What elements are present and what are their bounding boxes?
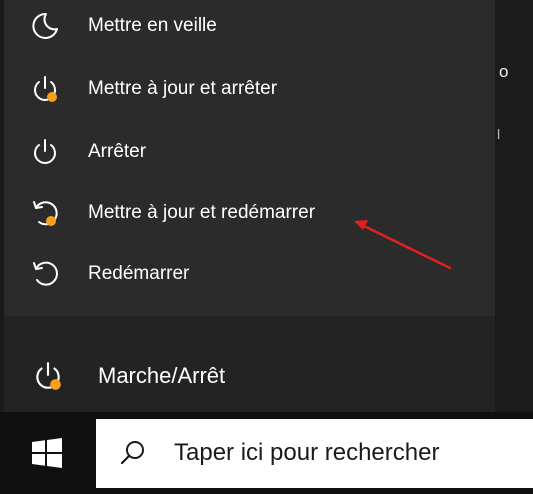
update-and-restart-icon [30,198,60,228]
power-button-label: Marche/Arrêt [98,363,226,388]
menu-item-sleep[interactable]: Mettre en veille [4,0,495,56]
taskbar: Taper ici pour rechercher [0,412,533,494]
background-text: l [497,126,501,142]
windows-logo-icon [31,437,63,474]
moon-icon [30,11,60,41]
menu-item-update-and-restart[interactable]: Mettre à jour et redémarrer [4,183,495,243]
power-update-icon [32,360,64,392]
menu-item-label: Mettre à jour et redémarrer [88,202,316,223]
background-text: o [499,62,509,81]
power-button[interactable]: Marche/Arrêt [4,346,495,406]
menu-item-shutdown[interactable]: Arrêter [4,122,495,182]
menu-item-label: Mettre en veille [88,15,217,36]
update-and-shutdown-icon [30,74,60,104]
menu-item-update-and-shutdown[interactable]: Mettre à jour et arrêter [4,59,495,119]
search-placeholder: Taper ici pour rechercher [174,439,440,466]
restart-icon [30,259,60,289]
power-icon [30,137,60,167]
menu-item-label: Mettre à jour et arrêter [88,78,278,99]
start-button[interactable] [18,426,76,484]
search-input[interactable]: Taper ici pour rechercher [96,419,533,488]
menu-item-label: Redémarrer [88,263,190,284]
search-icon [120,440,146,466]
start-menu-bottom: Marche/Arrêt [4,316,495,412]
menu-item-restart[interactable]: Redémarrer [4,244,495,304]
menu-item-label: Arrêter [88,141,147,162]
background-window: o l [495,0,533,412]
power-options-menu: Mettre en veille Mettre à jour et arrête… [4,0,495,316]
